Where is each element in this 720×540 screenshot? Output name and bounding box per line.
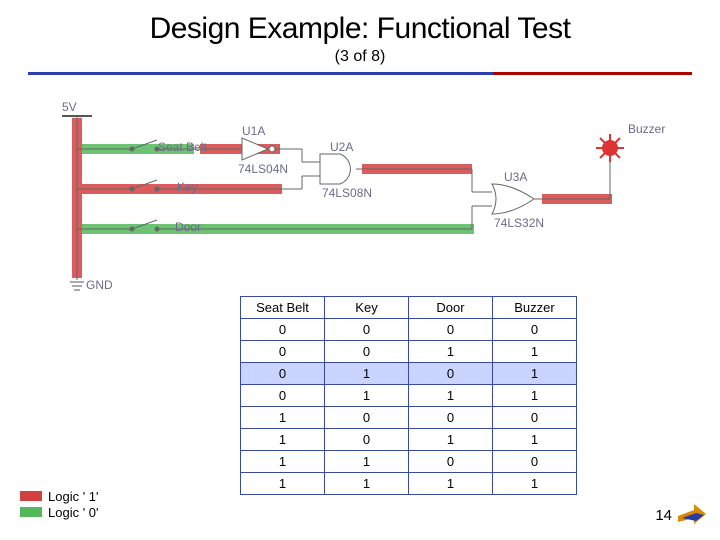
truth-table: Seat Belt Key Door Buzzer 00000011010101… — [240, 296, 577, 495]
label-key: Key — [177, 180, 198, 194]
table-row: 1011 — [241, 429, 577, 451]
table-cell: 1 — [493, 363, 577, 385]
col-key: Key — [325, 297, 409, 319]
table-cell: 0 — [409, 319, 493, 341]
table-header-row: Seat Belt Key Door Buzzer — [241, 297, 577, 319]
table-cell: 0 — [241, 363, 325, 385]
table-cell: 1 — [493, 341, 577, 363]
label-u1a-part: 74LS04N — [238, 162, 288, 176]
table-cell: 1 — [325, 385, 409, 407]
page-number: 14 — [655, 507, 672, 524]
label-u2a-part: 74LS08N — [322, 186, 372, 200]
title-divider — [28, 72, 692, 75]
table-cell: 0 — [325, 407, 409, 429]
legend: Logic ' 1' Logic ' 0' — [20, 488, 99, 520]
label-buzzer: Buzzer — [628, 122, 665, 136]
table-row: 0101 — [241, 363, 577, 385]
label-seatbelt: Seat Belt — [158, 140, 207, 154]
table-cell: 0 — [241, 385, 325, 407]
table-row: 0111 — [241, 385, 577, 407]
table-cell: 1 — [325, 451, 409, 473]
table-cell: 1 — [493, 429, 577, 451]
table-cell: 1 — [493, 473, 577, 495]
legend-logic-0: Logic ' 0' — [20, 504, 99, 520]
label-5v: 5V — [62, 100, 77, 114]
label-u1a: U1A — [242, 124, 265, 138]
table-cell: 1 — [241, 429, 325, 451]
table-cell: 0 — [325, 319, 409, 341]
col-door: Door — [409, 297, 493, 319]
table-row: 0011 — [241, 341, 577, 363]
table-cell: 1 — [409, 429, 493, 451]
table-cell: 0 — [325, 429, 409, 451]
circuit-diagram: 5V Seat Belt Key Door U1A 74LS04N U2A 74… — [42, 110, 682, 310]
swatch-green-icon — [20, 507, 42, 517]
label-door: Door — [175, 220, 201, 234]
swatch-red-icon — [20, 491, 42, 501]
label-u3a: U3A — [504, 170, 527, 184]
table-cell: 1 — [241, 473, 325, 495]
table-cell: 1 — [493, 385, 577, 407]
buzzer-icon — [596, 134, 624, 162]
page-subtitle: (3 of 8) — [0, 48, 720, 66]
table-cell: 0 — [409, 407, 493, 429]
col-buzzer: Buzzer — [493, 297, 577, 319]
table-row: 1111 — [241, 473, 577, 495]
table-cell: 1 — [409, 473, 493, 495]
table-cell: 0 — [409, 363, 493, 385]
circuit-svg — [42, 110, 682, 310]
legend-logic-1: Logic ' 1' — [20, 488, 99, 504]
page-title: Design Example: Functional Test — [0, 0, 720, 46]
legend-label-0: Logic ' 0' — [48, 505, 99, 520]
table-cell: 0 — [241, 341, 325, 363]
col-seatbelt: Seat Belt — [241, 297, 325, 319]
table-row: 1100 — [241, 451, 577, 473]
arrow-icon — [676, 500, 706, 530]
label-gnd: GND — [86, 278, 113, 292]
legend-label-1: Logic ' 1' — [48, 489, 99, 504]
table-cell: 1 — [325, 363, 409, 385]
table-cell: 0 — [493, 451, 577, 473]
table-cell: 1 — [409, 385, 493, 407]
table-cell: 1 — [325, 473, 409, 495]
table-cell: 0 — [241, 319, 325, 341]
table-cell: 0 — [493, 319, 577, 341]
table-cell: 1 — [241, 451, 325, 473]
table-row: 1000 — [241, 407, 577, 429]
table-cell: 0 — [325, 341, 409, 363]
table-cell: 1 — [409, 341, 493, 363]
label-u2a: U2A — [330, 140, 353, 154]
label-u3a-part: 74LS32N — [494, 216, 544, 230]
table-cell: 0 — [493, 407, 577, 429]
table-cell: 1 — [241, 407, 325, 429]
table-row: 0000 — [241, 319, 577, 341]
table-cell: 0 — [409, 451, 493, 473]
